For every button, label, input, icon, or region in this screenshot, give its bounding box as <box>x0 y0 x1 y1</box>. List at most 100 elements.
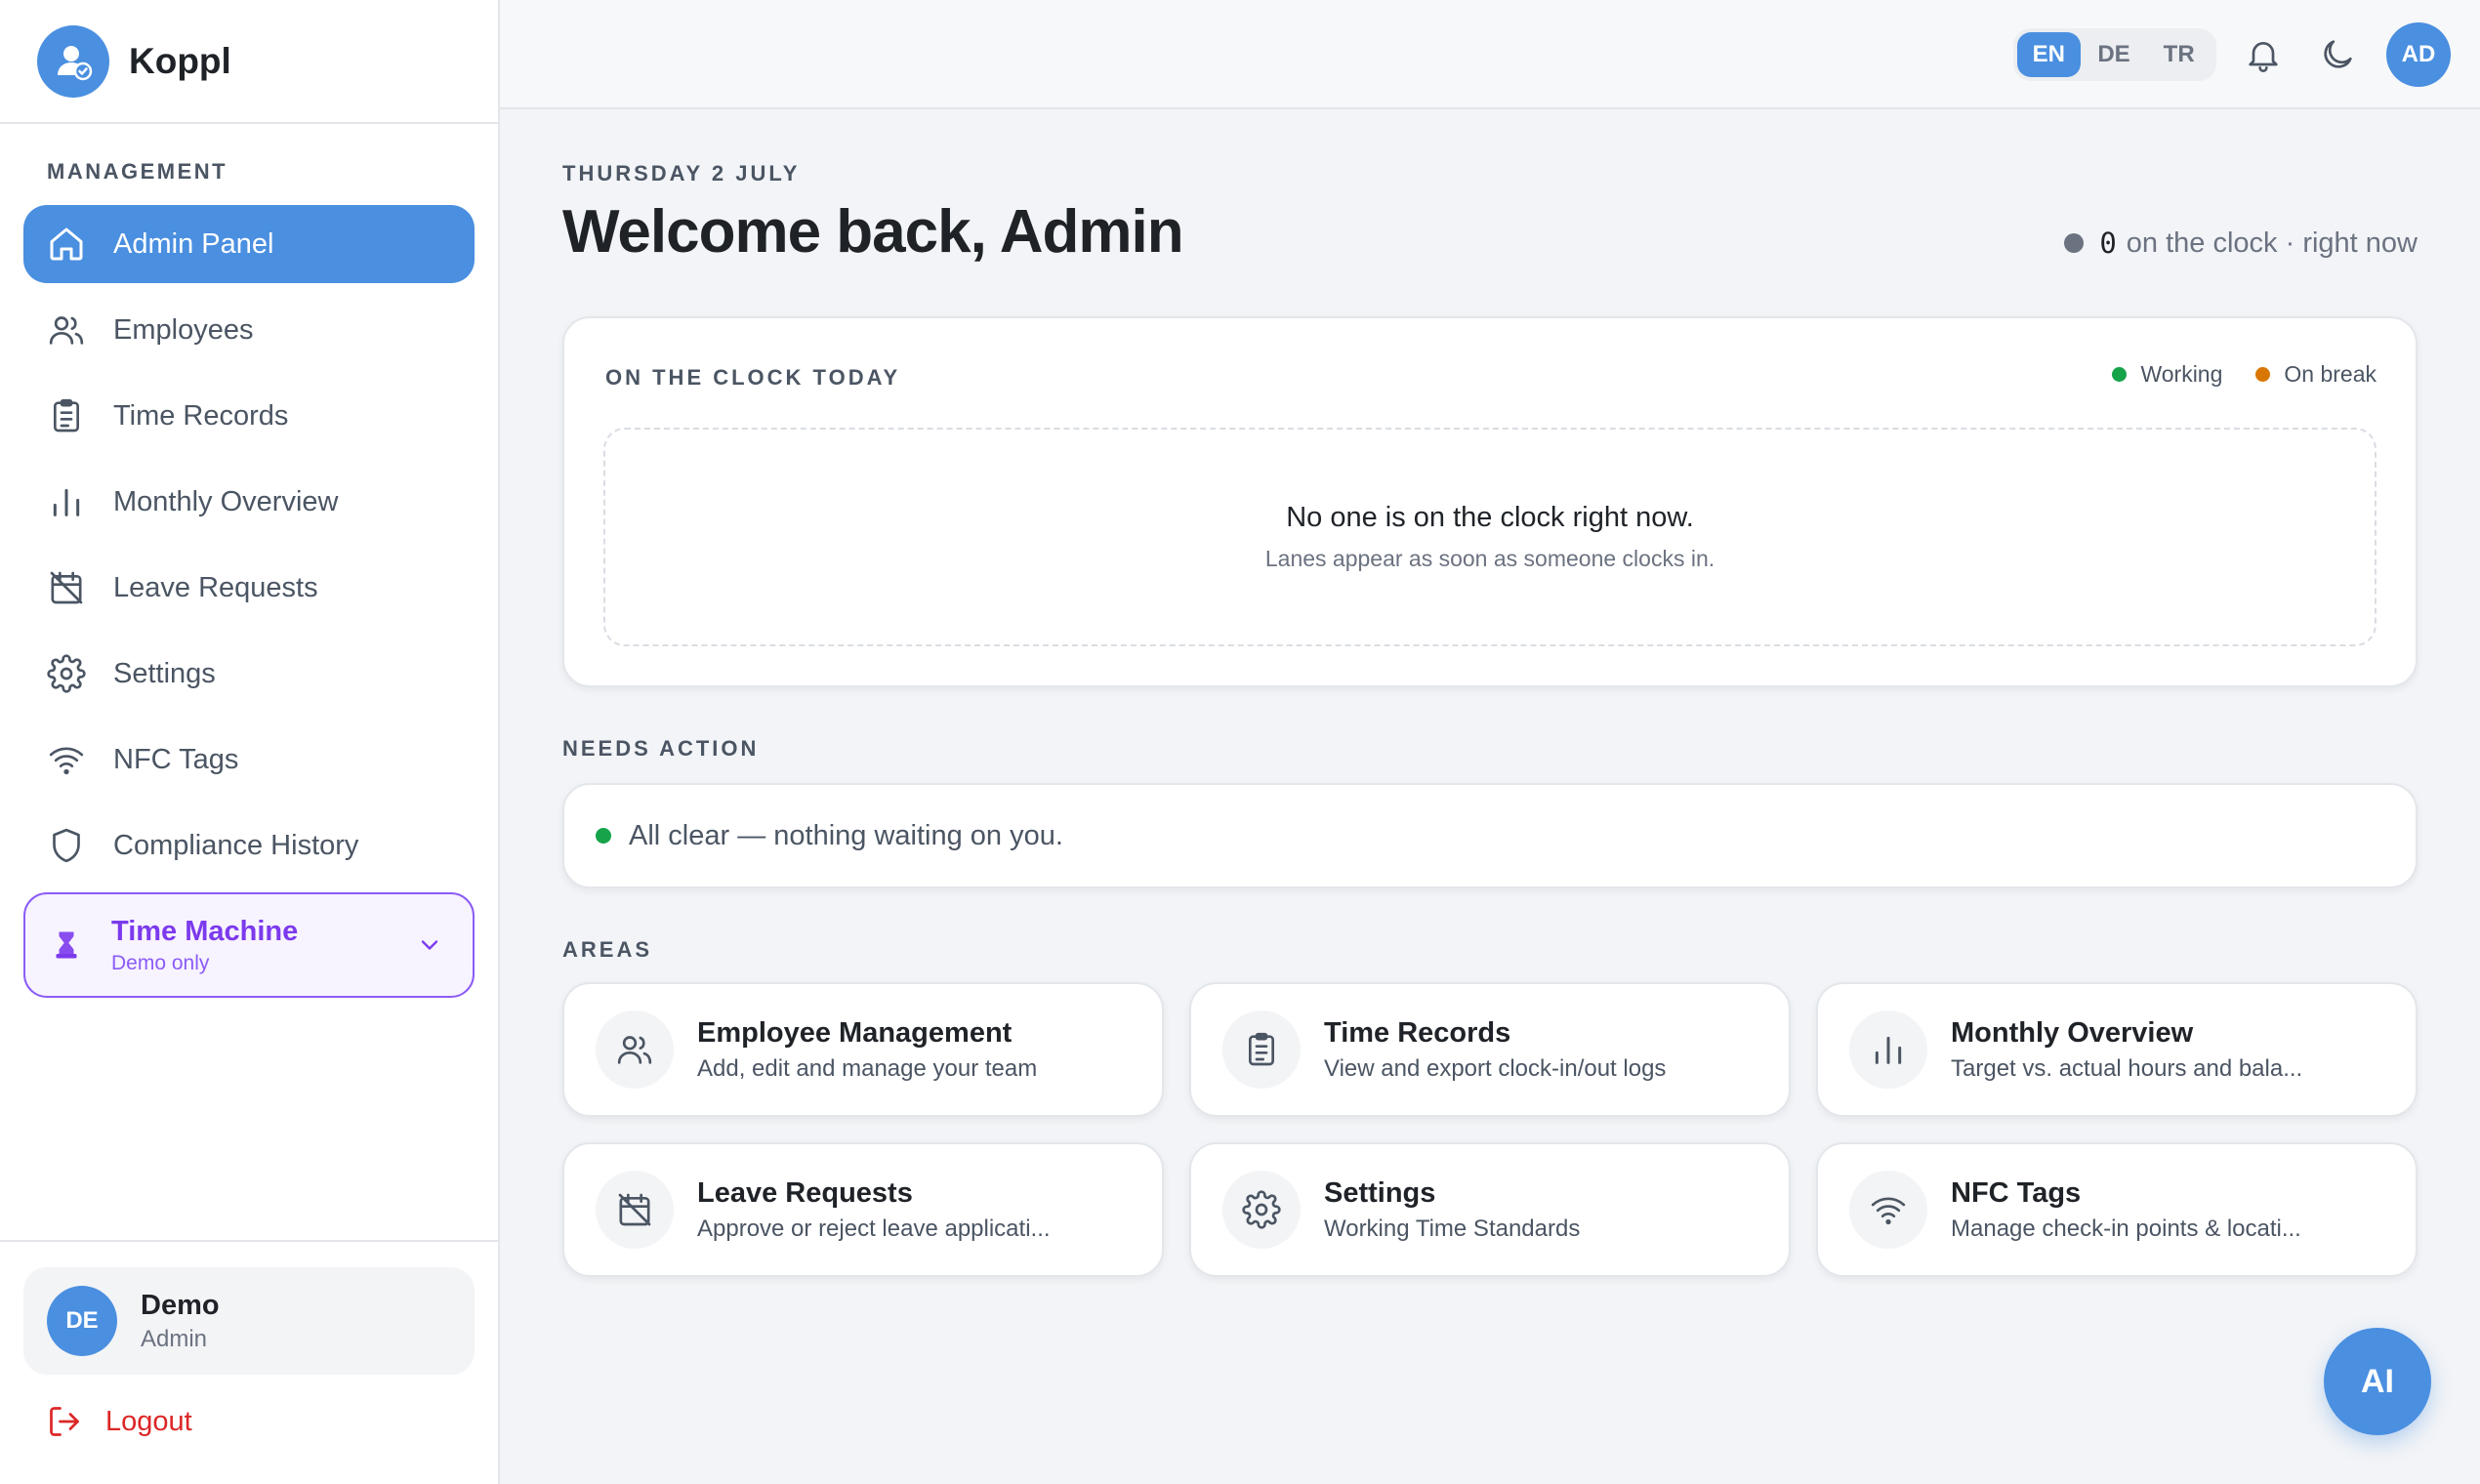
clock-status-text: on the clock · right now <box>2126 227 2418 259</box>
area-description: Working Time Standards <box>1324 1215 1581 1242</box>
gear-icon <box>1242 1190 1281 1229</box>
area-card-nfc-tags[interactable]: NFC Tags Manage check-in points & locati… <box>1816 1142 2418 1277</box>
sidebar-item-employees[interactable]: Employees <box>23 291 475 369</box>
status-dot <box>2064 233 2085 253</box>
shield-icon <box>53 828 80 863</box>
sidebar-item-compliance-history[interactable]: Compliance History <box>23 806 475 885</box>
sidebar-item-label: Monthly Overview <box>113 485 339 517</box>
clock-count: 0 <box>2099 227 2117 260</box>
moon-icon[interactable] <box>2318 35 2357 74</box>
brand-logo-icon <box>37 24 109 98</box>
sidebar-item-nfc-tags[interactable]: NFC Tags <box>23 721 475 799</box>
area-card-monthly-overview[interactable]: Monthly Overview Target vs. actual hours… <box>1816 982 2418 1117</box>
sidebar: Koppl MANAGEMENT Admin Panel Employees T… <box>0 0 500 1484</box>
sidebar-item-monthly-overview[interactable]: Monthly Overview <box>23 463 475 541</box>
legend: Working On break <box>2079 361 2377 388</box>
nav-section-label: MANAGEMENT <box>47 159 228 184</box>
brand[interactable]: Koppl <box>0 0 498 124</box>
sidebar-nav: Admin Panel Employees Time Records Month… <box>23 205 475 892</box>
sidebar-item-admin-panel[interactable]: Admin Panel <box>23 205 475 283</box>
logout-label: Logout <box>105 1405 192 1437</box>
sidebar-item-label: Employees <box>113 313 254 346</box>
sidebar-item-time-records[interactable]: Time Records <box>23 377 475 455</box>
language-de-button[interactable]: DE <box>2083 32 2146 77</box>
bar-chart-icon <box>1875 1036 1902 1064</box>
gear-icon <box>47 654 86 693</box>
ai-assistant-button[interactable]: AI <box>2324 1328 2431 1435</box>
areas-heading: AREAS <box>562 937 653 962</box>
sidebar-item-label: NFC Tags <box>113 743 239 775</box>
area-card-settings[interactable]: Settings Working Time Standards <box>1189 1142 1791 1277</box>
area-card-leave-requests[interactable]: Leave Requests Approve or reject leave a… <box>562 1142 1164 1277</box>
page-title: Welcome back, Admin <box>562 198 1184 266</box>
bar-chart-icon <box>53 488 80 516</box>
area-description: Target vs. actual hours and bala... <box>1951 1054 2303 1082</box>
area-description: Add, edit and manage your team <box>697 1054 1038 1082</box>
area-icon <box>596 1010 674 1089</box>
area-title: Time Records <box>1324 1016 1511 1049</box>
on-the-clock-card: ON THE CLOCK TODAY Working On break No o… <box>562 316 2418 687</box>
area-icon <box>1222 1171 1301 1249</box>
sidebar-item-settings[interactable]: Settings <box>23 635 475 713</box>
hourglass-icon <box>56 931 77 959</box>
legend-item-working: Working <box>2112 361 2222 388</box>
area-icon <box>1222 1010 1301 1089</box>
sidebar-item-leave-requests[interactable]: Leave Requests <box>23 549 475 627</box>
area-card-time-records[interactable]: Time Records View and export clock-in/ou… <box>1189 982 1791 1117</box>
logout-button[interactable]: Logout <box>47 1404 192 1439</box>
time-machine-subtitle: Demo only <box>111 951 210 974</box>
area-description: Manage check-in points & locati... <box>1951 1215 2301 1242</box>
user-card[interactable]: DE Demo Admin <box>23 1267 475 1375</box>
sidebar-item-label: Admin Panel <box>113 227 274 260</box>
clipboard-icon <box>1249 1032 1274 1066</box>
legend-dot-on-break <box>2255 367 2271 382</box>
status-dot <box>596 828 611 844</box>
account-avatar[interactable]: AD <box>2386 22 2451 87</box>
area-icon <box>596 1171 674 1249</box>
user-name: Demo <box>141 1289 220 1321</box>
time-machine-title: Time Machine <box>111 915 299 947</box>
date-label: THURSDAY 2 JULY <box>562 161 801 186</box>
chevron-down-icon <box>421 940 438 950</box>
legend-label: Working <box>2140 361 2223 387</box>
empty-lanes-placeholder: No one is on the clock right now. Lanes … <box>603 428 2377 646</box>
area-description: View and export clock-in/out logs <box>1324 1054 1667 1082</box>
language-tr-button[interactable]: TR <box>2147 32 2211 77</box>
area-icon <box>1849 1010 1927 1089</box>
needs-action-card: All clear — nothing waiting on you. <box>562 783 2418 888</box>
sidebar-item-label: Compliance History <box>113 829 359 861</box>
needs-action-text: All clear — nothing waiting on you. <box>629 819 1063 851</box>
area-title: Monthly Overview <box>1951 1016 2194 1049</box>
wifi-icon <box>49 747 84 775</box>
area-description: Approve or reject leave applicati... <box>697 1215 1051 1242</box>
home-icon <box>50 227 83 261</box>
sidebar-item-label: Settings <box>113 657 216 689</box>
language-en-button[interactable]: EN <box>2017 32 2081 77</box>
sidebar-item-label: Time Records <box>113 399 289 432</box>
card-title: ON THE CLOCK TODAY <box>605 365 901 390</box>
time-machine-toggle[interactable]: Time Machine Demo only <box>23 892 475 998</box>
area-title: NFC Tags <box>1951 1176 2082 1209</box>
bell-icon[interactable] <box>2244 35 2283 74</box>
language-switcher: EN DE TR <box>2013 28 2216 81</box>
top-bar: EN DE TR AD <box>500 0 2480 109</box>
clock-status: 0 on the clock · right now <box>2064 227 2418 260</box>
sidebar-footer: DE Demo Admin Logout <box>0 1240 500 1484</box>
wifi-icon <box>1871 1197 1906 1225</box>
area-card-employee-management[interactable]: Employee Management Add, edit and manage… <box>562 982 1164 1117</box>
area-title: Settings <box>1324 1176 1436 1209</box>
empty-subtitle: Lanes appear as soon as someone clocks i… <box>1264 546 1715 571</box>
user-role: Admin <box>141 1325 208 1352</box>
area-title: Employee Management <box>697 1016 1013 1049</box>
sidebar-item-label: Leave Requests <box>113 571 318 603</box>
calendar-off-icon <box>50 571 83 604</box>
avatar: DE <box>47 1286 117 1356</box>
area-icon <box>1849 1171 1927 1249</box>
legend-label: On break <box>2284 361 2377 387</box>
users-icon <box>49 316 84 345</box>
users-icon <box>617 1036 652 1064</box>
area-title: Leave Requests <box>697 1176 913 1209</box>
clipboard-icon <box>54 398 79 433</box>
legend-item-on-break: On break <box>2255 361 2377 388</box>
calendar-off-icon <box>618 1193 651 1226</box>
